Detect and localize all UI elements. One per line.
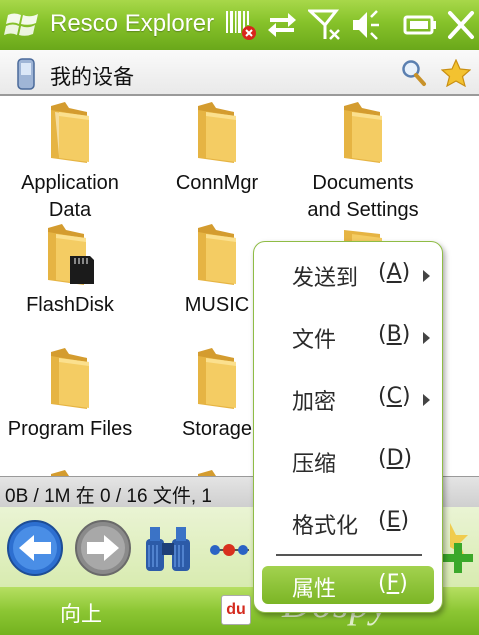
back-arrow-icon[interactable] — [6, 519, 64, 577]
device-phone-icon — [17, 58, 35, 90]
menu-item-compress[interactable]: 压缩 (D) — [254, 436, 444, 482]
menu-item-label: 格式化 — [292, 514, 359, 539]
barcode-blocked-icon[interactable] — [224, 8, 258, 42]
file-label: Documents — [312, 172, 414, 194]
status-text: 0B / 1M 在 0 / 16 文件, 1 — [5, 486, 212, 507]
submenu-arrow-icon — [423, 394, 430, 406]
menu-item-send-to[interactable]: 发送到 (A) — [254, 250, 444, 296]
folder-icon — [51, 470, 69, 476]
folder-icon — [51, 102, 89, 163]
favorites-star-icon[interactable] — [441, 59, 471, 87]
folder-item-flashdisk[interactable]: FlashDisk — [0, 222, 140, 319]
title-bar: Resco Explorer — [0, 0, 479, 50]
menu-item-format[interactable]: 格式化 (E) — [254, 498, 444, 544]
folder-icon — [198, 348, 236, 409]
menu-item-label: 加密 — [292, 390, 337, 415]
battery-icon[interactable] — [402, 8, 438, 42]
folder-icon — [198, 224, 236, 285]
menu-item-properties[interactable]: 属性 (F) — [262, 566, 434, 604]
location-title: 我的设备 — [50, 65, 134, 89]
windows-start-icon[interactable] — [4, 7, 42, 43]
menu-item-shortcut: (F) — [378, 571, 408, 596]
network-nodes-icon[interactable] — [207, 535, 253, 565]
folder-icon — [344, 102, 382, 163]
menu-item-label: 文件 — [292, 328, 337, 353]
file-label-line2: Data — [48, 199, 92, 221]
location-bar: 我的设备 — [0, 50, 479, 96]
menu-item-shortcut: (E) — [378, 508, 410, 533]
menu-item-shortcut: (C) — [378, 384, 411, 409]
menu-item-shortcut: (B) — [378, 322, 411, 347]
folder-sdcard-icon — [48, 224, 94, 285]
folder-icon — [51, 348, 89, 409]
context-menu: 发送到 (A) 文件 (B) 加密 (C) 压缩 (D) 格式化 (E) 属性 … — [253, 241, 443, 613]
folder-item-connmgr[interactable]: ConnMgr — [147, 100, 287, 197]
binoculars-icon[interactable] — [140, 521, 196, 577]
new-item-plus-icon[interactable] — [440, 523, 476, 575]
menu-item-shortcut: (A) — [378, 260, 411, 285]
menu-separator — [276, 554, 422, 556]
file-label-line2: and Settings — [307, 199, 419, 221]
signal-off-icon[interactable] — [308, 8, 342, 42]
du-app-icon[interactable]: du — [221, 595, 251, 625]
folder-item-documents-and-settings[interactable]: Documents and Settings — [293, 100, 433, 224]
forward-arrow-icon[interactable] — [74, 519, 132, 577]
menu-item-file[interactable]: 文件 (B) — [254, 312, 444, 358]
file-label: FlashDisk — [26, 294, 114, 316]
app-title: Resco Explorer — [50, 10, 215, 37]
folder-item-partial[interactable] — [0, 468, 140, 476]
folder-icon — [198, 470, 216, 476]
menu-item-encrypt[interactable]: 加密 (C) — [254, 374, 444, 420]
folder-icon — [198, 102, 236, 163]
folder-item-application-data[interactable]: Application Data — [0, 100, 140, 224]
menu-item-shortcut: (D) — [378, 446, 413, 471]
submenu-arrow-icon — [423, 332, 430, 344]
close-icon[interactable] — [447, 8, 475, 42]
file-label: Program Files — [7, 418, 133, 440]
file-label: ConnMgr — [175, 172, 259, 194]
menu-item-label: 发送到 — [292, 266, 359, 291]
folder-item-program-files[interactable]: Program Files — [0, 346, 140, 443]
search-icon[interactable] — [401, 59, 427, 87]
sync-arrows-icon[interactable] — [266, 8, 298, 42]
softkey-up-button[interactable]: 向上 — [60, 598, 102, 628]
menu-item-label: 属性 — [292, 577, 337, 602]
file-label: Application — [21, 172, 119, 194]
volume-muted-icon[interactable] — [350, 8, 382, 42]
submenu-arrow-icon — [423, 270, 430, 282]
menu-item-label: 压缩 — [292, 452, 337, 477]
